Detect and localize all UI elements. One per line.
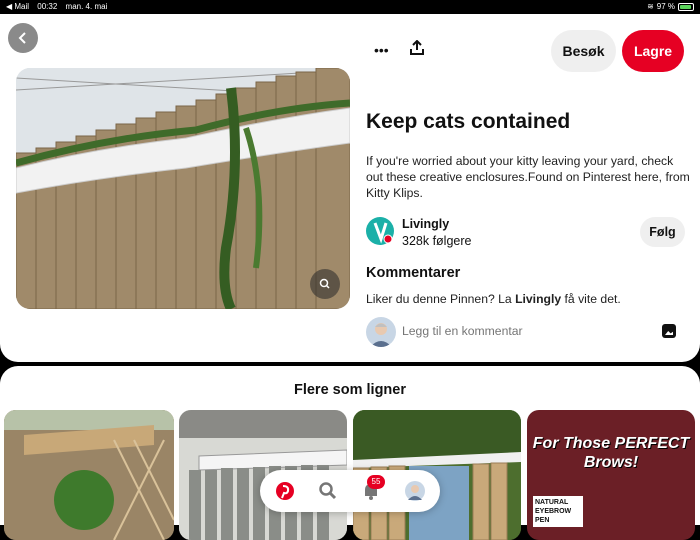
promo-title: For Those PERFECT Brows! [532,435,690,471]
comment-input[interactable] [402,324,632,338]
pin-title: Keep cats contained [366,110,571,133]
related-pin[interactable]: For Those PERFECT Brows! NATURAL EYEBROW… [527,410,695,540]
back-to-app[interactable]: ◀ Mail [6,2,29,11]
related-pin[interactable] [4,410,174,540]
notification-badge: 55 [367,475,385,489]
battery-percent: 97 % [656,2,675,11]
user-avatar [366,317,396,347]
pin-detail-sheet: ••• Besøk Lagre Keep cats contained If y… [0,14,700,362]
lens-icon [319,278,330,289]
search-icon[interactable] [318,481,338,501]
back-button[interactable] [8,23,38,53]
comments-prompt-end: få vite det. [561,292,621,306]
pin-image[interactable] [16,68,350,309]
comments-heading: Kommentarer [366,265,461,281]
author-avatar[interactable] [366,217,394,245]
battery-icon [678,3,694,11]
follow-button[interactable]: Følg [640,217,685,247]
fence-photo [16,68,350,309]
visit-button[interactable]: Besøk [551,30,616,72]
author-name[interactable]: Livingly [402,217,449,231]
save-button[interactable]: Lagre [622,30,684,72]
add-photo-icon[interactable] [662,324,676,338]
profile-avatar[interactable] [405,481,425,501]
promo-label: NATURAL EYEBROW PEN [533,496,583,527]
status-time: 00:32 [37,2,58,11]
visual-search-button[interactable] [310,269,340,299]
author-followers: 328k følgere [402,234,472,248]
share-icon[interactable] [410,39,424,59]
home-icon[interactable] [275,481,295,501]
status-bar: ◀ Mail 00:32 man. 4. mai ≋ 97 % [0,0,700,14]
chevron-left-icon [18,32,26,44]
more-like-this-heading: Flere som ligner [293,382,406,398]
pin-description: If you're worried about your kitty leavi… [366,154,690,200]
comments-prompt-author: Livingly [515,292,562,306]
more-options-icon[interactable]: ••• [374,42,389,58]
bottom-nav [260,470,440,512]
comments-prompt: Liker du denne Pinnen? La Livingly få vi… [366,292,621,306]
comments-prompt-start: Liker du denne Pinnen? La [366,292,516,306]
status-date: man. 4. mai [65,2,108,11]
wifi-icon: ≋ [647,2,654,11]
